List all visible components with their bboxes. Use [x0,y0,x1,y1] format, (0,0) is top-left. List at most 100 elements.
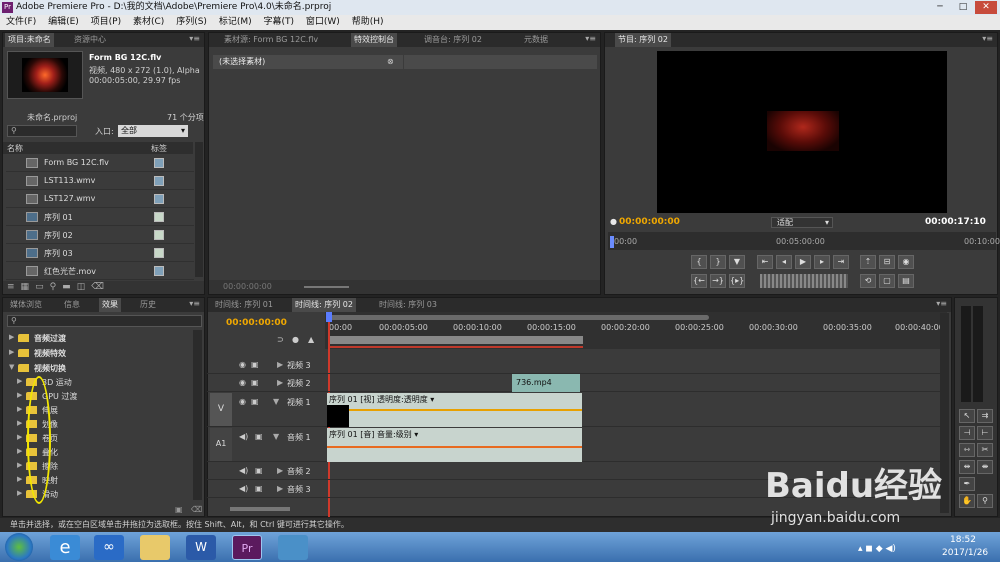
tray-icons[interactable]: ▴ ◼ ◆ ◀) [858,544,896,554]
lock-icon[interactable]: ▣ [255,432,263,441]
speaker-icon[interactable]: ◀) [239,432,248,441]
new-item-icon[interactable]: ◫ [77,282,92,292]
step-forward-icon[interactable]: ⇥ [833,255,849,269]
clock-time[interactable]: 18:52 [950,535,976,545]
menu-help[interactable]: 帮助(H) [352,15,384,30]
delete-icon[interactable]: ⌫ [91,282,110,292]
zoom-icon[interactable]: ⚲ [977,494,993,508]
premiere-taskbar-icon[interactable]: Pr [232,535,262,560]
menu-file[interactable]: 文件(F) [6,15,36,30]
program-timecode[interactable]: 00:00:00:00 [619,217,680,227]
list-item[interactable]: LST127.wmv [6,191,194,208]
tab-info[interactable]: 信息 [61,298,83,312]
ie-icon[interactable]: e [50,535,80,560]
rolling-edit-icon[interactable]: ⊢ [977,426,993,440]
tab-source[interactable]: 素材源: Form BG 12C.flv [221,33,321,47]
panel-menu-icon[interactable]: ▾≡ [585,34,596,43]
marker-icon[interactable]: ● [292,335,299,344]
menu-edit[interactable]: 编辑(E) [48,15,79,30]
tab-program[interactable]: 节目: 序列 02 [615,33,671,47]
list-item[interactable]: 序列 02 [6,227,194,244]
panel-menu-icon[interactable]: ▾≡ [189,299,200,308]
tab-effects[interactable]: 效果 [99,298,121,312]
chevron-right-icon[interactable]: ▶ [277,484,283,493]
selection-tool-icon[interactable]: ↖ [959,409,975,423]
effects-search-input[interactable]: ⚲ [7,315,202,327]
tab-history[interactable]: 历史 [137,298,159,312]
tab-metadata[interactable]: 元数据 [521,33,551,47]
lock-icon[interactable]: ▣ [251,360,259,369]
panel-menu-icon[interactable]: ▾≡ [936,299,947,308]
menu-title[interactable]: 字幕(T) [263,15,294,30]
go-to-in-icon[interactable]: {← [691,274,707,288]
opacity-line[interactable] [349,409,582,411]
track-select-icon[interactable]: ⇉ [977,409,993,423]
close-icon[interactable]: ⊗ [387,57,394,66]
close-button[interactable]: ✕ [975,1,997,14]
output-icon[interactable]: ▤ [898,274,914,288]
timeline-ruler[interactable]: 00:00 00:00:05:00 00:00:10:00 00:00:15:0… [325,312,947,349]
ripple-edit-icon[interactable]: ⊣ [959,426,975,440]
menu-window[interactable]: 窗口(W) [306,15,340,30]
step-forward-frame-icon[interactable]: ▸ [814,255,830,269]
menu-marker[interactable]: 标记(M) [219,15,252,30]
clip-sequence-01-video[interactable]: 序列 01 [视] 透明度:透明度 ▾ [327,393,582,427]
extract-icon[interactable]: ⊟ [879,255,895,269]
playhead-marker[interactable] [610,236,614,248]
clip-736-mp4[interactable]: 736.mp4 [512,374,580,392]
speaker-icon[interactable]: ◀) [239,484,248,493]
tab-media-browser[interactable]: 媒体浏览 [7,298,45,312]
lock-icon[interactable]: ▣ [255,466,263,475]
eye-icon[interactable]: ◉ [239,397,246,406]
photo-viewer-icon[interactable] [278,535,308,560]
tab-timeline-03[interactable]: 时间线: 序列 03 [376,298,440,312]
eye-icon[interactable]: ◉ [239,378,246,387]
automate-icon[interactable]: ▭ [35,282,50,292]
list-item[interactable]: 序列 01 [6,209,194,226]
in-dropdown[interactable]: 全部 ▾ [118,125,188,137]
loop-icon[interactable]: ⟲ [860,274,876,288]
work-area-bar[interactable] [329,336,583,344]
new-bin-icon[interactable]: ▣ [175,505,183,514]
tab-project[interactable]: 项目:未命名 [5,33,54,47]
marker-icon[interactable]: ▼ [729,255,745,269]
add-marker-icon[interactable]: ▲ [308,335,314,344]
mark-out-icon[interactable]: } [710,255,726,269]
baidu-netdisk-icon[interactable]: ∞ [94,535,124,560]
safe-margins-icon[interactable]: ▢ [879,274,895,288]
tab-resource-center[interactable]: 资源中心 [71,33,109,47]
rate-stretch-icon[interactable]: ⇿ [959,443,975,457]
list-item[interactable]: Form BG 12C.flv [6,155,194,172]
step-back-icon[interactable]: ⇤ [757,255,773,269]
chevron-right-icon[interactable]: ▶ [277,466,283,475]
jog-shuttle[interactable] [760,274,848,288]
tab-timeline-02[interactable]: 时间线: 序列 02 [292,298,356,312]
lift-icon[interactable]: ⇡ [860,255,876,269]
snap-icon[interactable]: ⊃ [277,335,284,344]
tab-effect-controls[interactable]: 特效控制台 [351,33,397,47]
play-in-out-icon[interactable]: {▸} [729,274,745,288]
chevron-right-icon[interactable]: ▶ [277,378,283,387]
clock-date[interactable]: 2017/1/26 [942,548,988,558]
menu-project[interactable]: 项目(P) [91,15,121,30]
search-input[interactable]: ⚲ [7,125,77,137]
fit-dropdown[interactable]: 适配 ▾ [771,217,833,228]
menu-clip[interactable]: 素材(C) [133,15,164,30]
delete-icon[interactable]: ⌫ [191,505,202,514]
go-to-out-icon[interactable]: →} [710,274,726,288]
list-view-icon[interactable]: ≡ [7,282,21,292]
tab-timeline-01[interactable]: 时间线: 序列 01 [212,298,276,312]
playhead-handle[interactable] [326,312,332,322]
list-item[interactable]: 红色光芒.mov [6,263,194,280]
list-item[interactable]: LST113.wmv [6,173,194,190]
export-frame-icon[interactable]: ◉ [898,255,914,269]
find-icon[interactable]: ⚲ [50,282,63,292]
eye-icon[interactable]: ◉ [239,360,246,369]
clip-sequence-01-audio[interactable]: 序列 01 [音] 音量:级别 ▾ [327,428,582,462]
explorer-icon[interactable] [140,535,170,560]
project-scrollbar[interactable] [195,142,203,277]
chevron-down-icon[interactable]: ▼ [273,432,279,441]
col-name-header[interactable]: 名称 [7,143,23,154]
menu-sequence[interactable]: 序列(S) [176,15,207,30]
icon-view-icon[interactable]: ▦ [21,282,36,292]
